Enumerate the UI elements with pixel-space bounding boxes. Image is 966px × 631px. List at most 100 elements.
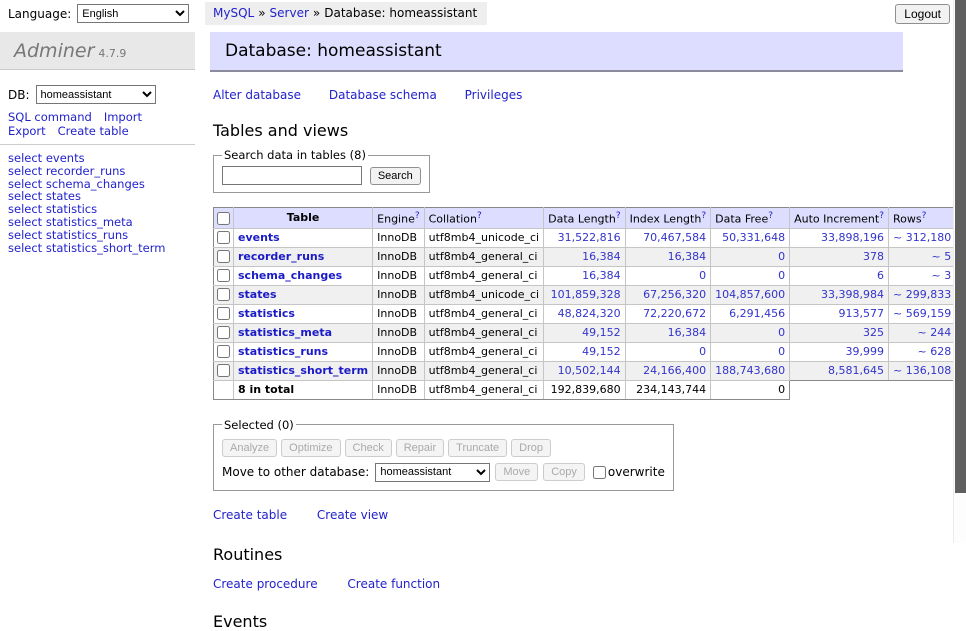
move-button[interactable]: Move <box>495 463 538 481</box>
index-length-link[interactable]: 0 <box>699 345 706 358</box>
auto-increment-link[interactable]: 33,398,984 <box>821 288 884 301</box>
row-checkbox[interactable] <box>217 345 230 358</box>
copy-button[interactable]: Copy <box>543 463 585 481</box>
index-length-link[interactable]: 24,166,400 <box>643 364 706 377</box>
optimize-button[interactable]: Optimize <box>281 439 340 457</box>
breadcrumb-mysql-link[interactable]: MySQL <box>213 6 254 20</box>
sidebar-create-table-link[interactable]: Create table <box>58 124 129 138</box>
repair-button[interactable]: Repair <box>396 439 444 457</box>
truncate-button[interactable]: Truncate <box>448 439 507 457</box>
sidebar-item-select-events[interactable]: select events <box>8 152 165 165</box>
auto-increment-link[interactable]: 913,577 <box>839 307 885 320</box>
overwrite-checkbox[interactable] <box>593 466 606 479</box>
data-length-link[interactable]: 49,152 <box>582 326 621 339</box>
analyze-button[interactable]: Analyze <box>222 439 277 457</box>
help-link[interactable]: ? <box>768 211 773 221</box>
auto-increment-link[interactable]: 39,999 <box>846 345 885 358</box>
sidebar-export-link[interactable]: Export <box>8 124 46 138</box>
auto-increment-link[interactable]: 8,581,645 <box>828 364 884 377</box>
row-checkbox[interactable] <box>217 288 230 301</box>
index-length-link[interactable]: 67,256,320 <box>643 288 706 301</box>
rows-count-link[interactable]: ~ 569,159 <box>893 307 951 320</box>
rows-count-link[interactable]: ~ 136,108 <box>893 364 951 377</box>
row-checkbox[interactable] <box>217 250 230 263</box>
scrollbar-thumb[interactable] <box>955 0 966 493</box>
row-checkbox[interactable] <box>217 364 230 377</box>
data-free-link[interactable]: 0 <box>778 269 785 282</box>
language-select[interactable]: English <box>77 4 189 23</box>
index-length-link[interactable]: 72,220,672 <box>643 307 706 320</box>
sidebar-item-select-recorder-runs[interactable]: select recorder_runs <box>8 165 165 178</box>
row-checkbox[interactable] <box>217 269 230 282</box>
sidebar-item-select-statistics-runs[interactable]: select statistics_runs <box>8 229 165 242</box>
logout-button[interactable]: Logout <box>895 4 950 24</box>
data-free-link[interactable]: 0 <box>778 326 785 339</box>
sidebar-sql-command-link[interactable]: SQL command <box>8 110 92 124</box>
search-input[interactable] <box>222 166 362 185</box>
help-link[interactable]: ? <box>701 211 706 221</box>
select-all-checkbox[interactable] <box>217 212 230 225</box>
index-length-link[interactable]: 16,384 <box>668 326 707 339</box>
rows-count-link[interactable]: ~ 299,833 <box>893 288 951 301</box>
row-checkbox[interactable] <box>217 307 230 320</box>
table-name-link[interactable]: statistics_meta <box>238 326 332 339</box>
data-length-link[interactable]: 10,502,144 <box>558 364 621 377</box>
table-name-link[interactable]: schema_changes <box>238 269 342 282</box>
help-link[interactable]: ? <box>616 211 621 221</box>
index-length-link[interactable]: 16,384 <box>668 250 707 263</box>
create-function-link[interactable]: Create function <box>347 577 440 591</box>
alter-database-link[interactable]: Alter database <box>213 88 301 102</box>
auto-increment-link[interactable]: 378 <box>863 250 884 263</box>
help-link[interactable]: ? <box>415 211 420 221</box>
data-free-link[interactable]: 0 <box>778 345 785 358</box>
rows-count-link[interactable]: ~ 628 <box>917 345 951 358</box>
privileges-link[interactable]: Privileges <box>465 88 523 102</box>
table-name-link[interactable]: statistics_runs <box>238 345 328 358</box>
help-link[interactable]: ? <box>879 211 884 221</box>
data-free-link[interactable]: 50,331,648 <box>722 231 785 244</box>
create-procedure-link[interactable]: Create procedure <box>213 577 318 591</box>
index-length-link[interactable]: 0 <box>699 269 706 282</box>
help-link[interactable]: ? <box>922 211 927 221</box>
data-length-link[interactable]: 31,522,816 <box>558 231 621 244</box>
check-button[interactable]: Check <box>345 439 392 457</box>
row-checkbox[interactable] <box>217 231 230 244</box>
drop-button[interactable]: Drop <box>511 439 551 457</box>
data-length-link[interactable]: 48,824,320 <box>558 307 621 320</box>
auto-increment-link[interactable]: 33,898,196 <box>821 231 884 244</box>
vertical-scrollbar[interactable] <box>953 0 966 543</box>
data-length-link[interactable]: 49,152 <box>582 345 621 358</box>
data-free-link[interactable]: 188,743,680 <box>715 364 785 377</box>
create-table-link[interactable]: Create table <box>213 508 287 522</box>
move-database-select[interactable]: homeassistant <box>375 463 490 482</box>
adminer-logo-link[interactable]: Adminer <box>14 40 94 62</box>
rows-count-link[interactable]: ~ 3 <box>931 269 951 282</box>
rows-count-link[interactable]: ~ 5 <box>931 250 951 263</box>
table-name-link[interactable]: statistics <box>238 307 295 320</box>
help-link[interactable]: ? <box>477 211 482 221</box>
db-select[interactable]: homeassistant <box>36 85 156 104</box>
data-length-link[interactable]: 16,384 <box>582 250 621 263</box>
table-name-link[interactable]: statistics_short_term <box>238 364 368 377</box>
sidebar-item-select-statistics-short-term[interactable]: select statistics_short_term <box>8 242 165 255</box>
search-button[interactable]: Search <box>370 167 421 185</box>
data-length-link[interactable]: 16,384 <box>582 269 621 282</box>
rows-count-link[interactable]: ~ 312,180 <box>893 231 951 244</box>
rows-count-link[interactable]: ~ 244 <box>917 326 951 339</box>
data-free-link[interactable]: 104,857,600 <box>715 288 785 301</box>
table-name-link[interactable]: recorder_runs <box>238 250 324 263</box>
breadcrumb-server-link[interactable]: Server <box>270 6 309 20</box>
table-name-link[interactable]: states <box>238 288 277 301</box>
sidebar-import-link[interactable]: Import <box>104 110 142 124</box>
index-length-link[interactable]: 70,467,584 <box>643 231 706 244</box>
auto-increment-link[interactable]: 325 <box>863 326 884 339</box>
data-free-link[interactable]: 0 <box>778 250 785 263</box>
data-length-link[interactable]: 101,859,328 <box>551 288 621 301</box>
table-name-link[interactable]: events <box>238 231 280 244</box>
row-checkbox[interactable] <box>217 326 230 339</box>
auto-increment-link[interactable]: 6 <box>877 269 884 282</box>
create-view-link[interactable]: Create view <box>317 508 388 522</box>
data-free-link[interactable]: 6,291,456 <box>729 307 785 320</box>
database-schema-link[interactable]: Database schema <box>329 88 437 102</box>
sidebar-item-select-statistics-meta[interactable]: select statistics_meta <box>8 216 165 229</box>
